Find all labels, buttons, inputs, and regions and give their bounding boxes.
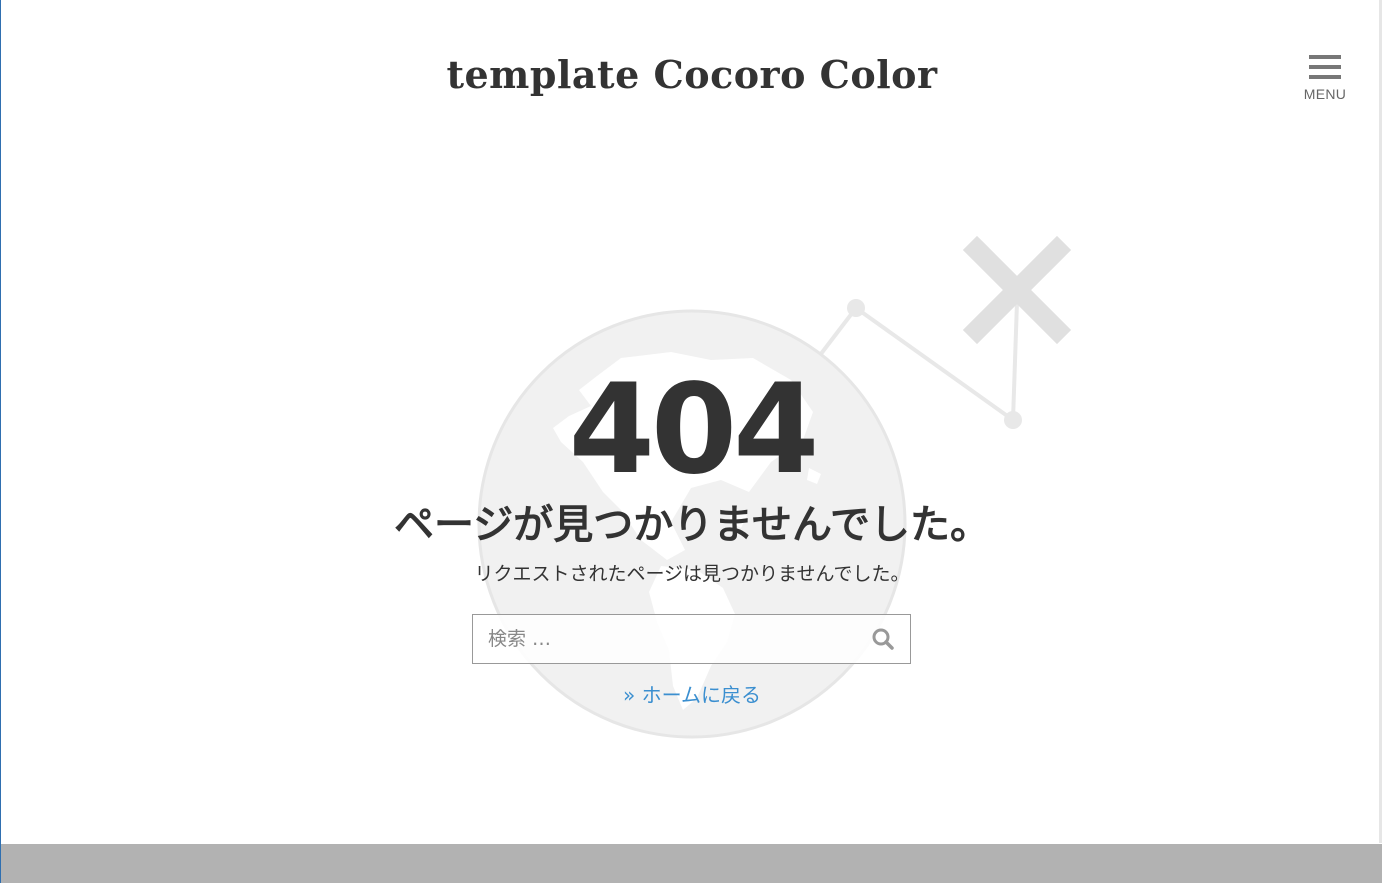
search-input[interactable] [473,615,910,663]
footer-bar [1,844,1382,883]
magnifier-icon [872,628,894,650]
search-form [472,614,911,664]
error-code: 404 [568,358,820,502]
home-link[interactable]: » ホームに戻る [623,683,761,707]
hamburger-icon [1309,52,1341,80]
home-link-wrapper: » ホームに戻る [1,680,1382,710]
error-heading: ページが見つかりませんでした。 [394,502,990,548]
site-title[interactable]: template Cocoro Color [1,52,1382,97]
menu-label: MENU [1303,86,1347,102]
search-button[interactable] [856,615,910,663]
error-page: template Cocoro Color MENU 404 ページが見つかりま… [0,0,1382,883]
menu-button[interactable]: MENU [1297,52,1353,108]
error-message: リクエストされたページは見つかりませんでした。 [474,563,910,585]
